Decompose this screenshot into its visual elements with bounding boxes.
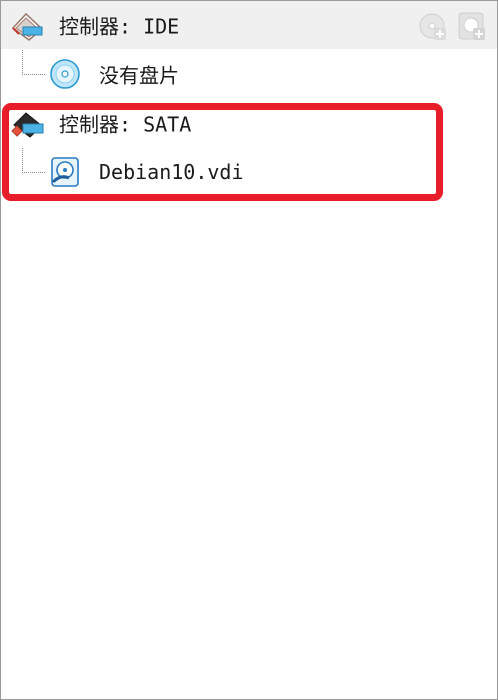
tree-connector xyxy=(22,148,45,173)
optical-drive-empty-row[interactable]: 没有盘片 xyxy=(1,50,497,98)
hard-disk-row[interactable]: Debian10.vdi xyxy=(1,148,497,196)
ide-controller-label: 控制器: IDE xyxy=(59,14,180,39)
tree-connector xyxy=(22,50,45,75)
hard-disk-icon xyxy=(51,157,79,187)
sata-controller-label: 控制器: SATA xyxy=(59,112,192,137)
optical-disc-icon xyxy=(50,59,80,89)
optical-drive-label: 没有盘片 xyxy=(99,63,179,88)
hard-disk-label: Debian10.vdi xyxy=(99,160,244,184)
add-optical-drive-icon[interactable] xyxy=(417,10,449,42)
sata-controller-row[interactable]: 控制器: SATA xyxy=(1,99,497,147)
ide-controller-row[interactable]: 控制器: IDE xyxy=(1,1,497,49)
ide-controller-icon xyxy=(11,12,44,41)
sata-controller-icon xyxy=(11,112,44,138)
storage-tree-panel: 控制器: IDE 没有盘片 控制器: SATA Debian10.vdi xyxy=(0,0,498,700)
add-hard-disk-icon[interactable] xyxy=(456,10,488,42)
